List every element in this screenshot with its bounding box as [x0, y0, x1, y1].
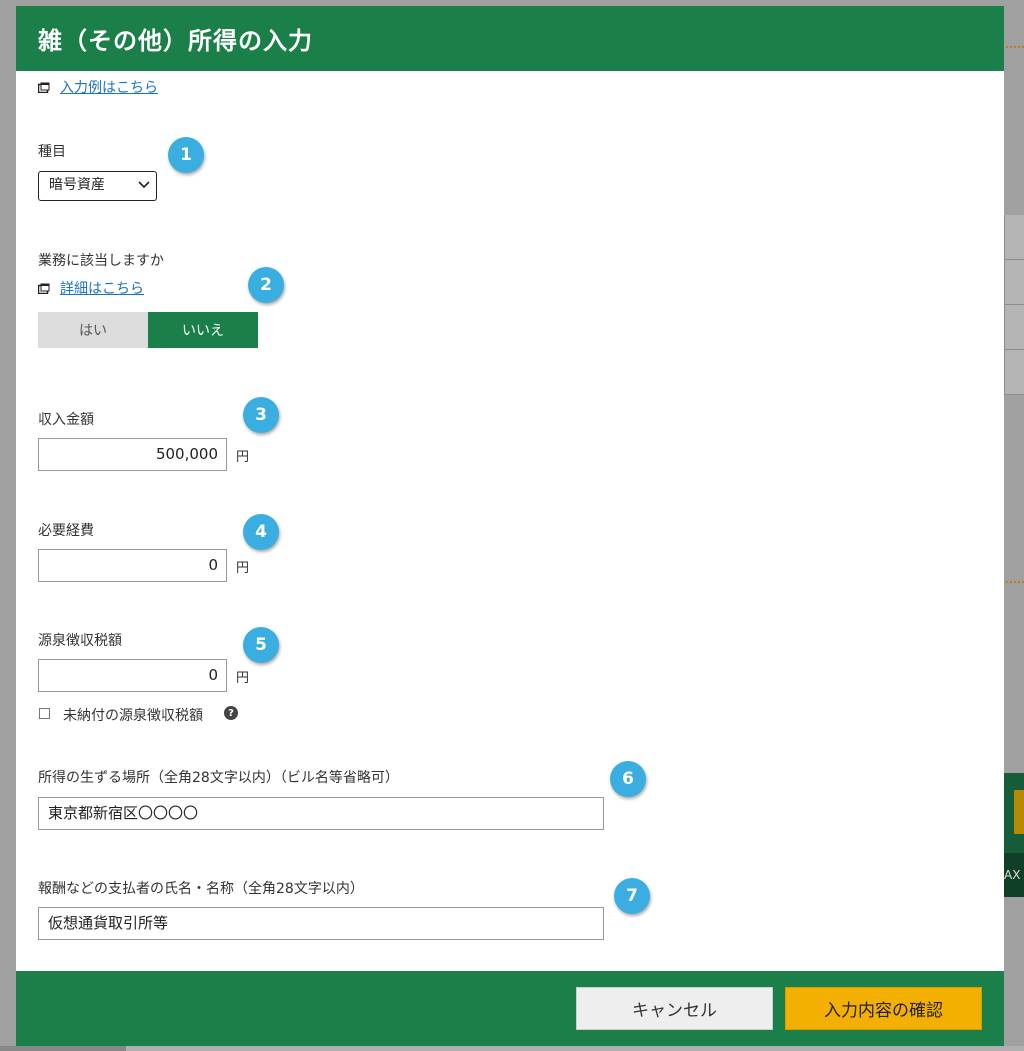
background-scrollbar-thumb — [0, 1046, 126, 1051]
step-badge-4: 4 — [243, 514, 279, 550]
income-label: 収入金額 — [38, 412, 94, 428]
details-link[interactable]: 詳細はこちら — [60, 278, 144, 298]
expenses-input[interactable]: 0 — [38, 549, 227, 582]
step-badge-3: 3 — [243, 397, 279, 433]
business-option-no[interactable]: いいえ — [148, 312, 258, 348]
modal-footer: キャンセル 入力内容の確認 — [16, 971, 1004, 1046]
step-badge-5: 5 — [243, 627, 279, 663]
step-badge-2: 2 — [248, 267, 284, 303]
background-footer: AX — [1004, 853, 1024, 897]
withholding-unit: 円 — [236, 671, 250, 686]
withholding-input[interactable]: 0 — [38, 659, 227, 692]
example-link[interactable]: 入力例はこちら — [60, 77, 158, 97]
modal-title: 雑（その他）所得の入力 — [38, 27, 313, 55]
step-badge-7: 7 — [614, 878, 650, 914]
chevron-down-icon — [138, 181, 150, 189]
background-scrollbar — [0, 1046, 1024, 1051]
income-unit: 円 — [236, 450, 250, 465]
business-toggle: はい いいえ — [38, 312, 258, 348]
location-input[interactable]: 東京都新宿区〇〇〇〇 — [38, 797, 604, 830]
payer-label: 報酬などの支払者の氏名・名称（全角28文字以内） — [38, 881, 364, 897]
window-icon — [38, 283, 50, 294]
step-badge-1: 1 — [168, 137, 204, 173]
window-icon — [38, 82, 50, 93]
business-label: 業務に該当しますか — [38, 253, 164, 269]
confirm-button[interactable]: 入力内容の確認 — [785, 987, 982, 1030]
unpaid-withholding-checkbox[interactable] — [39, 708, 50, 719]
expenses-unit: 円 — [236, 561, 250, 576]
background-button — [1014, 790, 1024, 834]
category-label: 種目 — [38, 144, 66, 160]
category-selected-value: 暗号資産 — [49, 177, 105, 193]
business-option-yes[interactable]: はい — [38, 312, 148, 348]
location-label: 所得の生ずる場所（全角28文字以内）（ビル名等省略可） — [38, 770, 399, 786]
modal-header: 雑（その他）所得の入力 — [16, 6, 1004, 71]
payer-input[interactable]: 仮想通貨取引所等 — [38, 907, 604, 940]
cancel-button[interactable]: キャンセル — [576, 987, 773, 1030]
income-entry-modal: 雑（その他）所得の入力 入力例はこちら 種目 1 暗号資産 業務に該当しますか … — [16, 6, 1004, 1046]
step-badge-6: 6 — [610, 761, 646, 797]
background-divider — [1006, 46, 1024, 48]
unpaid-withholding-label: 未納付の源泉徴収税額 — [63, 708, 203, 724]
category-select[interactable]: 暗号資産 — [38, 171, 157, 201]
expenses-label: 必要経費 — [38, 523, 94, 539]
withholding-label: 源泉徴収税額 — [38, 633, 122, 649]
question-icon[interactable]: ? — [224, 706, 238, 720]
background-divider — [1006, 581, 1024, 583]
income-input[interactable]: 500,000 — [38, 438, 227, 471]
background-table — [1004, 215, 1024, 395]
background-text: AX — [1004, 868, 1021, 882]
